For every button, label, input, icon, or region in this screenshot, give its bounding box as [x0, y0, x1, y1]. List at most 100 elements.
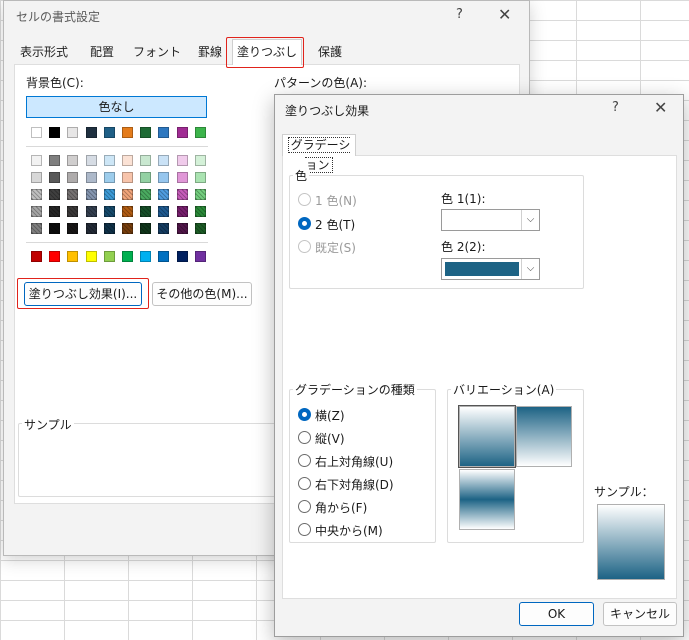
help-icon[interactable]: ? [612, 100, 619, 115]
color-swatch-tint2-8[interactable] [158, 172, 170, 183]
color-swatch-standard-10[interactable] [194, 251, 206, 262]
radio-style-from-center[interactable] [298, 523, 311, 536]
color-swatch-theme-7[interactable] [140, 127, 152, 138]
help-icon[interactable]: ? [456, 7, 463, 22]
close-icon[interactable]: ✕ [498, 5, 511, 24]
color-swatch-theme-4[interactable] [85, 127, 97, 138]
close-icon[interactable]: ✕ [654, 98, 667, 117]
radio-two-colors[interactable] [298, 217, 311, 230]
color-swatch-theme-5[interactable] [103, 127, 115, 138]
color-swatch-tint3-3[interactable] [67, 189, 79, 200]
color-swatch-tint3-4[interactable] [85, 189, 97, 200]
tab-fill[interactable]: 塗りつぶし [232, 39, 302, 65]
variant-2[interactable] [516, 406, 572, 467]
color-swatch-tint3-1[interactable] [31, 189, 42, 200]
color-swatch-tint5-1[interactable] [31, 223, 42, 234]
color-swatch-tint5-2[interactable] [49, 223, 61, 234]
radio-style-vertical[interactable] [298, 431, 311, 444]
color-swatch-tint3-2[interactable] [49, 189, 61, 200]
radio-style-diagonal-up[interactable] [298, 454, 311, 467]
color-swatch-tint5-4[interactable] [85, 223, 97, 234]
color-swatch-tint4-10[interactable] [194, 206, 206, 217]
color-swatch-tint5-5[interactable] [103, 223, 115, 234]
color-swatch-tint5-7[interactable] [140, 223, 152, 234]
color-swatch-tint4-2[interactable] [49, 206, 61, 217]
radio-style-vertical-label: 縦(V) [315, 432, 345, 446]
color-swatch-tint1-4[interactable] [85, 155, 97, 166]
color-swatch-standard-9[interactable] [176, 251, 188, 262]
no-color-button[interactable]: 色なし [26, 96, 207, 118]
color-swatch-tint2-7[interactable] [140, 172, 152, 183]
color-swatch-standard-5[interactable] [103, 251, 115, 262]
color-swatch-tint2-6[interactable] [122, 172, 133, 183]
color-swatch-tint3-7[interactable] [140, 189, 152, 200]
color-swatch-tint1-8[interactable] [158, 155, 170, 166]
color-swatch-tint4-9[interactable] [176, 206, 188, 217]
color1-dropdown[interactable]: ⌵ [441, 209, 540, 231]
color-swatch-tint5-8[interactable] [158, 223, 170, 234]
color-swatch-tint4-4[interactable] [85, 206, 97, 217]
color-swatch-tint4-6[interactable] [122, 206, 133, 217]
color-swatch-tint2-9[interactable] [176, 172, 188, 183]
color-swatch-tint2-1[interactable] [31, 172, 42, 183]
color-swatch-theme-10[interactable] [194, 127, 206, 138]
ok-button[interactable]: OK [519, 602, 594, 626]
color-swatch-tint5-3[interactable] [67, 223, 79, 234]
color-swatch-tint5-6[interactable] [122, 223, 133, 234]
tab-alignment[interactable]: 配置 [83, 40, 121, 64]
color-swatch-standard-2[interactable] [49, 251, 61, 262]
color-swatch-theme-9[interactable] [176, 127, 188, 138]
color-swatch-tint1-2[interactable] [49, 155, 61, 166]
radio-preset[interactable] [298, 240, 311, 253]
cancel-button[interactable]: キャンセル [603, 602, 677, 626]
color-swatch-tint3-6[interactable] [122, 189, 133, 200]
color-swatch-tint4-5[interactable] [103, 206, 115, 217]
color-swatch-tint3-5[interactable] [103, 189, 115, 200]
color-swatch-tint5-10[interactable] [194, 223, 206, 234]
color-swatch-tint2-4[interactable] [85, 172, 97, 183]
color-swatch-tint1-6[interactable] [122, 155, 133, 166]
tab-gradient[interactable]: グラデーション [282, 134, 356, 173]
color-swatch-theme-6[interactable] [122, 127, 133, 138]
radio-style-horizontal[interactable] [298, 408, 311, 421]
color-swatch-tint3-10[interactable] [194, 189, 206, 200]
color-swatch-theme-2[interactable] [49, 127, 61, 138]
color-swatch-standard-3[interactable] [67, 251, 79, 262]
color-swatch-standard-7[interactable] [140, 251, 152, 262]
radio-style-from-corner[interactable] [298, 500, 311, 513]
variant-3[interactable] [459, 469, 515, 530]
tab-font[interactable]: フォント [133, 40, 181, 64]
color-swatch-standard-1[interactable] [31, 251, 42, 262]
color-swatch-tint1-10[interactable] [194, 155, 206, 166]
color-swatch-tint3-9[interactable] [176, 189, 188, 200]
color-swatch-tint1-5[interactable] [103, 155, 115, 166]
color-swatch-tint3-8[interactable] [158, 189, 170, 200]
color-swatch-tint2-5[interactable] [103, 172, 115, 183]
variant-1[interactable] [458, 405, 516, 468]
color-swatch-theme-8[interactable] [158, 127, 170, 138]
color-swatch-standard-6[interactable] [122, 251, 133, 262]
radio-one-color[interactable] [298, 193, 311, 206]
color-swatch-tint1-1[interactable] [31, 155, 42, 166]
color-swatch-tint2-10[interactable] [194, 172, 206, 183]
color-swatch-tint1-3[interactable] [67, 155, 79, 166]
color-swatch-tint5-9[interactable] [176, 223, 188, 234]
tab-border[interactable]: 罫線 [192, 40, 228, 64]
color-swatch-tint2-2[interactable] [49, 172, 61, 183]
color-swatch-tint4-1[interactable] [31, 206, 42, 217]
color-swatch-tint4-8[interactable] [158, 206, 170, 217]
color-swatch-tint4-7[interactable] [140, 206, 152, 217]
radio-style-diagonal-down[interactable] [298, 477, 311, 490]
color-swatch-standard-8[interactable] [158, 251, 170, 262]
color2-dropdown[interactable]: ⌵ [441, 258, 540, 280]
color-swatch-tint4-3[interactable] [67, 206, 79, 217]
color-swatch-standard-4[interactable] [85, 251, 97, 262]
color-swatch-theme-1[interactable] [31, 127, 42, 138]
more-colors-button[interactable]: その他の色(M)... [152, 282, 252, 306]
tab-protection[interactable]: 保護 [310, 40, 350, 64]
color-swatch-tint2-3[interactable] [67, 172, 79, 183]
tab-number[interactable]: 表示形式 [15, 40, 73, 64]
color-swatch-tint1-9[interactable] [176, 155, 188, 166]
color-swatch-tint1-7[interactable] [140, 155, 152, 166]
color-swatch-theme-3[interactable] [67, 127, 79, 138]
